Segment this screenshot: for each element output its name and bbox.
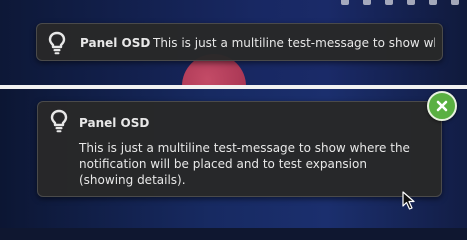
mouse-pointer-icon [402, 191, 415, 210]
tray-icon[interactable] [385, 0, 393, 5]
lightbulb-icon [50, 109, 68, 133]
tray-icon[interactable] [341, 0, 349, 5]
system-tray [341, 0, 459, 6]
notification-body: This is just a multiline test-message to… [153, 36, 435, 50]
notification-body: This is just a multiline test-message to… [79, 141, 410, 187]
tray-icon[interactable] [407, 0, 415, 5]
notification-title: Panel OSD [79, 116, 150, 130]
notification-expanded[interactable]: Panel OSD This is just a multiline test-… [37, 101, 442, 197]
tray-icon[interactable] [363, 0, 371, 5]
notification-title: Panel OSD [80, 36, 151, 50]
notification-collapsed[interactable]: Panel OSD This is just a multiline test-… [36, 23, 443, 61]
close-button[interactable] [427, 91, 457, 121]
tray-icon[interactable] [429, 0, 437, 5]
close-icon [436, 100, 448, 112]
tray-icon[interactable] [451, 0, 459, 5]
lightbulb-icon [48, 31, 66, 55]
